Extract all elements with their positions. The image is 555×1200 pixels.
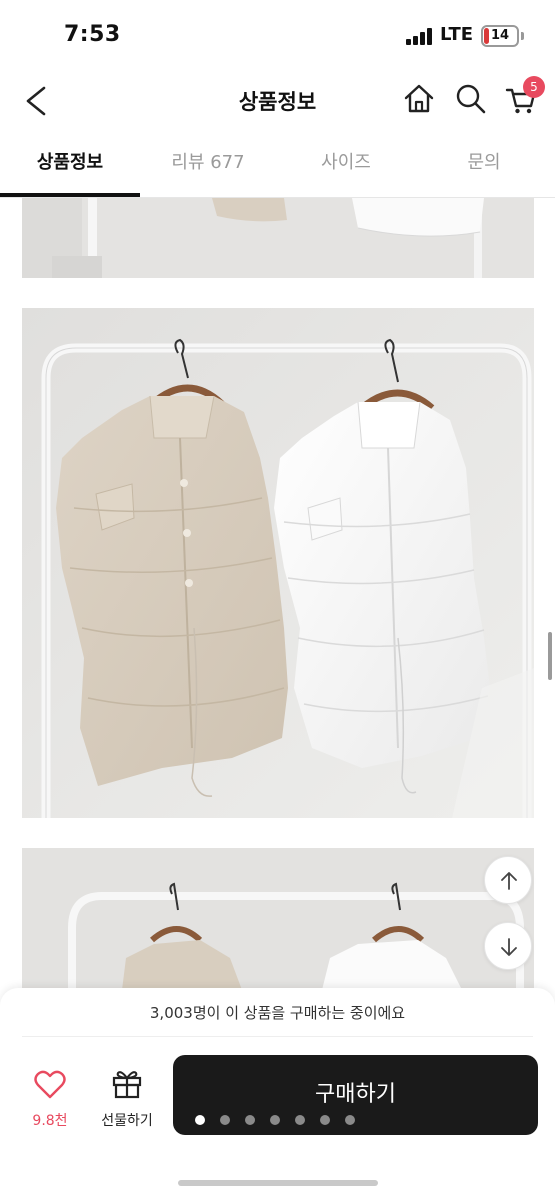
product-photo-bottom <box>22 848 534 990</box>
arrow-up-icon <box>501 872 517 890</box>
signal-icon <box>406 27 436 45</box>
battery-level: 14 <box>490 28 510 43</box>
gift-icon <box>112 1071 142 1099</box>
search-icon <box>456 84 486 114</box>
buyer-count-notice: 3,003명이 이 상품을 구매하는 중이에요 <box>149 1004 406 1022</box>
carousel-dot[interactable] <box>245 1115 255 1125</box>
carousel-dot[interactable] <box>345 1115 355 1125</box>
status-bar: 7:53 LTE 14 <box>0 0 555 70</box>
home-indicator[interactable] <box>178 1180 378 1186</box>
product-tabs: 상품정보 리뷰 677 사이즈 문의 <box>0 140 555 198</box>
home-icon <box>404 84 434 113</box>
tab-product-info[interactable]: 상품정보 <box>0 140 140 198</box>
like-button[interactable]: 9.8천 <box>18 1068 82 1138</box>
purchase-bar: 3,003명이 이 상품을 구매하는 중이에요 9.8천 선물하기 구매하기 <box>0 988 555 1200</box>
scroll-up-button[interactable] <box>484 856 532 904</box>
heart-icon <box>34 1070 66 1099</box>
tab-reviews[interactable]: 리뷰 677 <box>140 140 276 198</box>
arrow-down-icon <box>501 938 517 956</box>
divider <box>22 1036 533 1037</box>
home-button[interactable] <box>402 82 436 116</box>
cart-count-badge: 5 <box>523 76 545 98</box>
gift-label: 선물하기 <box>101 1113 153 1129</box>
carousel-dot[interactable] <box>220 1115 230 1125</box>
product-photo-main <box>22 308 534 818</box>
tab-inquiry[interactable]: 문의 <box>416 140 552 198</box>
carousel-dot[interactable] <box>295 1115 305 1125</box>
battery-icon: 14 <box>481 25 519 47</box>
search-button[interactable] <box>454 82 488 116</box>
network-type: LTE <box>440 24 474 45</box>
app-header: 상품정보 <box>0 70 555 132</box>
tab-size[interactable]: 사이즈 <box>278 140 414 198</box>
like-count: 9.8천 <box>32 1113 68 1129</box>
scrollbar[interactable] <box>548 632 552 680</box>
carousel-dot[interactable] <box>320 1115 330 1125</box>
scroll-down-button[interactable] <box>484 922 532 970</box>
carousel-dot[interactable] <box>195 1115 205 1125</box>
gift-button[interactable]: 선물하기 <box>90 1068 164 1138</box>
product-photo-top <box>22 198 534 278</box>
carousel-dot[interactable] <box>270 1115 280 1125</box>
status-time: 7:53 <box>64 22 121 47</box>
active-tab-indicator <box>0 193 140 197</box>
